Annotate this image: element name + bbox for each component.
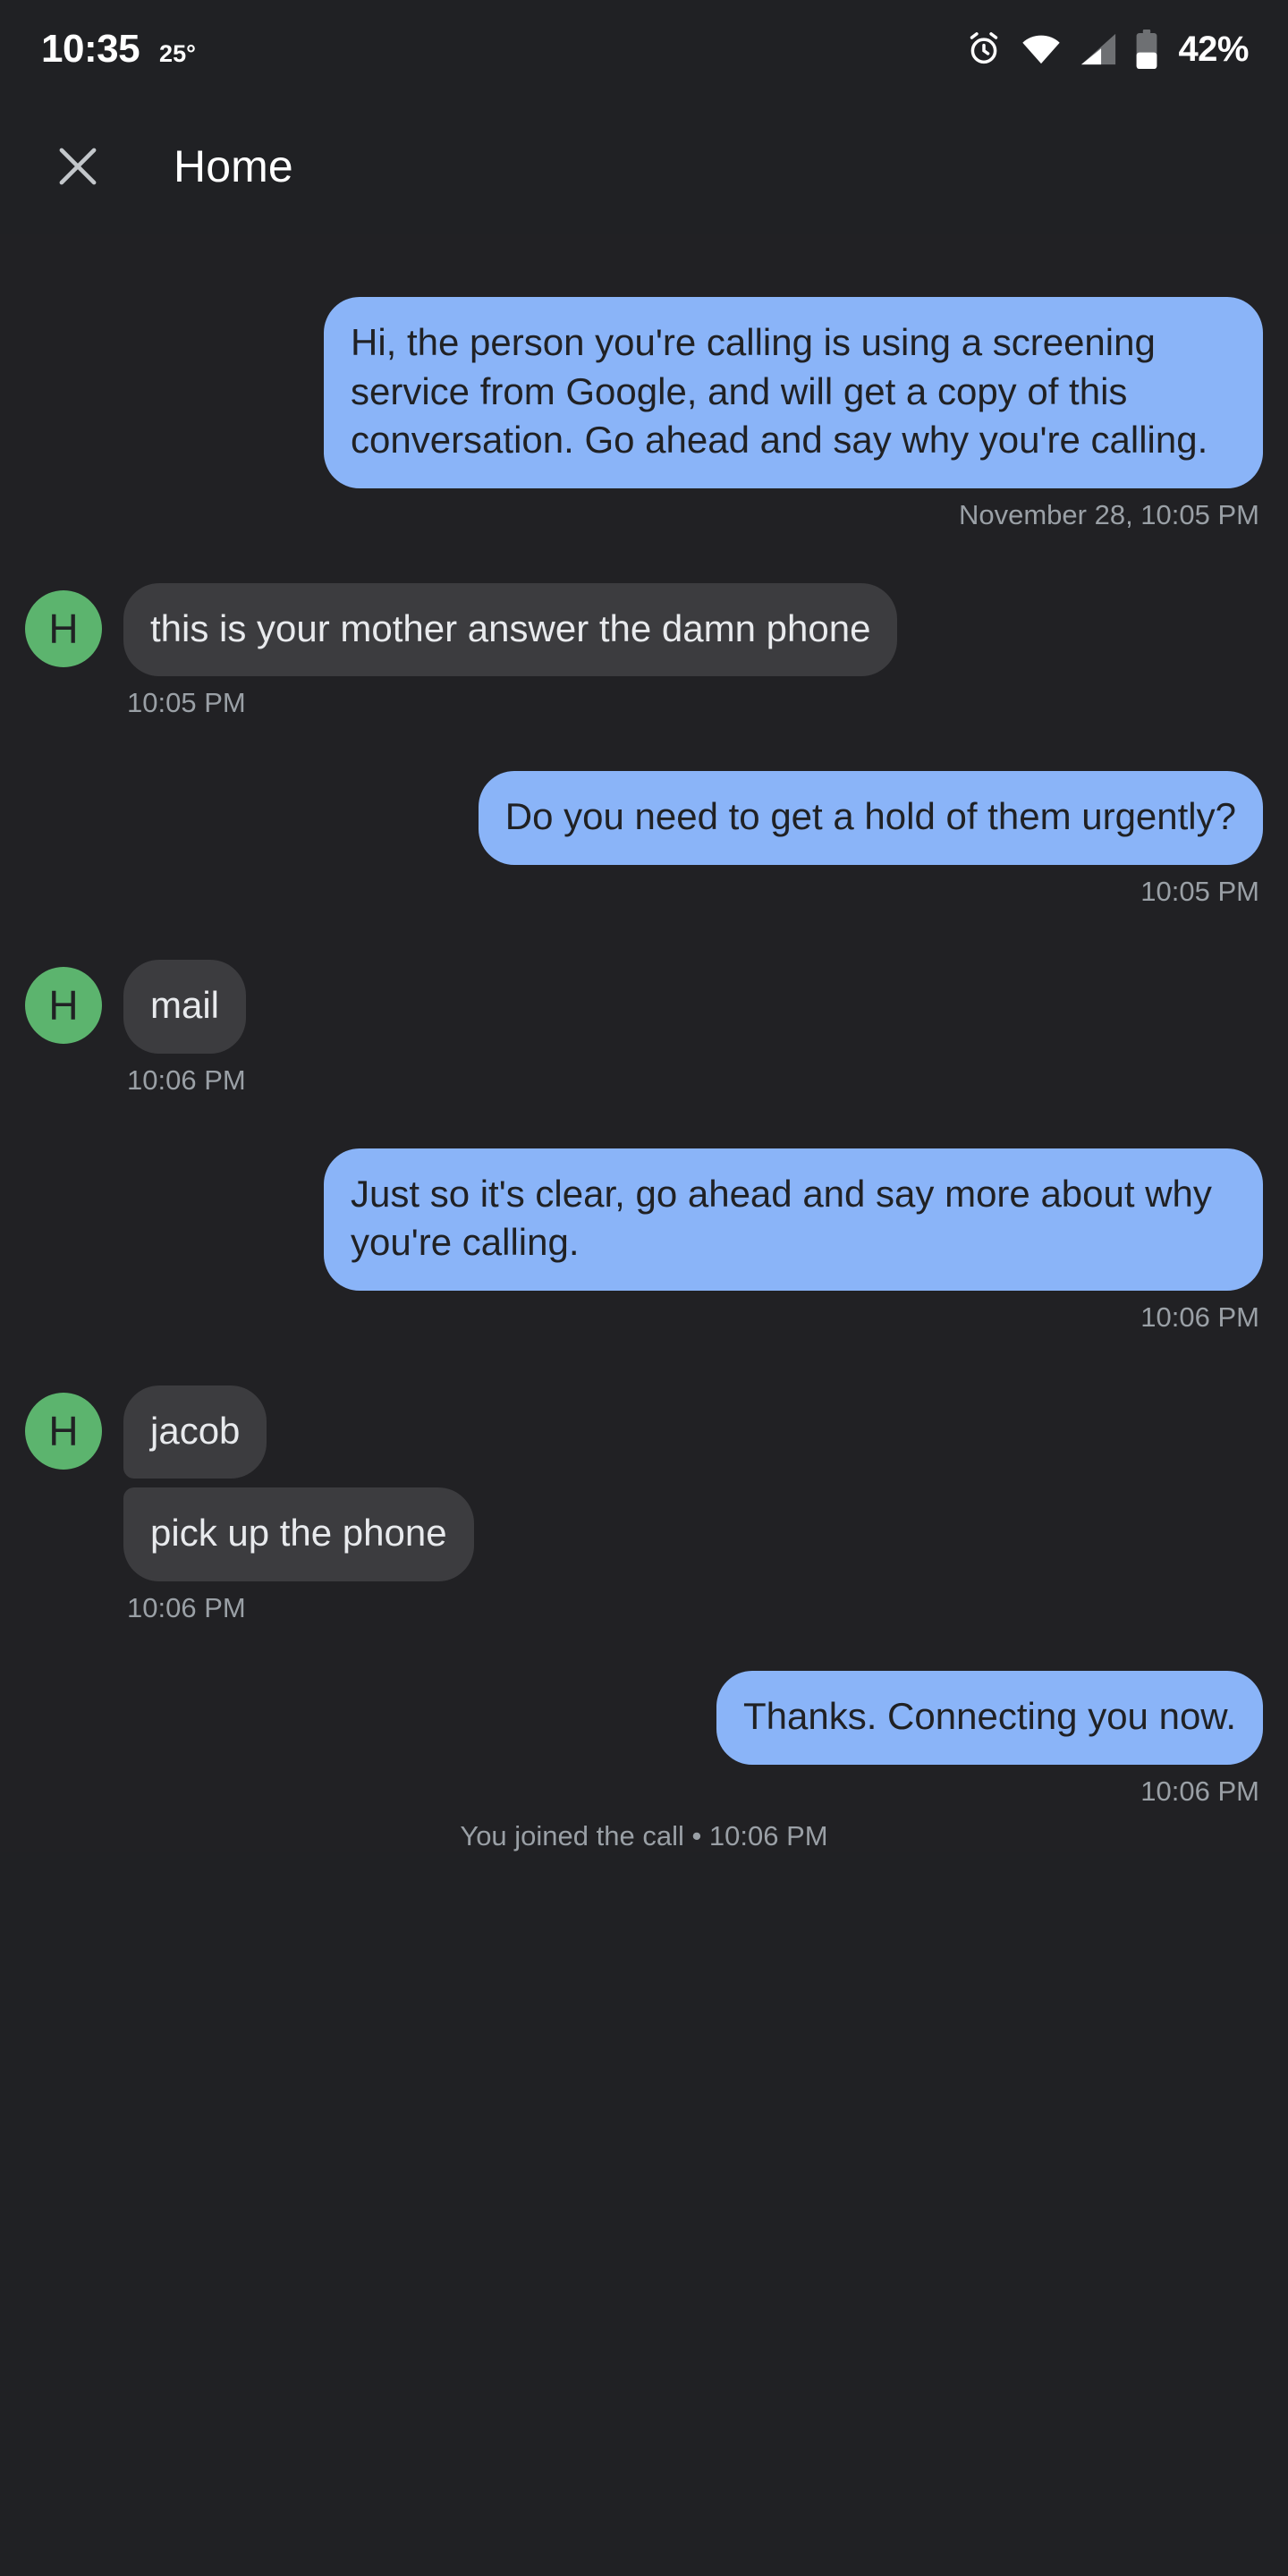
message-row-incoming: H mail 10:06 PM: [0, 959, 1288, 1097]
message-timestamp: November 28, 10:05 PM: [958, 498, 1259, 530]
message-row-outgoing: Do you need to get a hold of them urgent…: [0, 771, 1288, 908]
message-row-outgoing: Thanks. Connecting you now. 10:06 PM: [0, 1670, 1288, 1808]
message-row-incoming: H jacob pick up the phone 10:06 PM: [0, 1385, 1288, 1624]
avatar: H: [25, 966, 102, 1044]
cellular-signal-icon: [1080, 31, 1117, 67]
message-stack: mail 10:06 PM: [123, 959, 247, 1097]
close-icon: [52, 140, 104, 192]
battery-icon: [1135, 30, 1158, 69]
message-group: Do you need to get a hold of them urgent…: [478, 771, 1263, 908]
message-row-incoming: H this is your mother answer the damn ph…: [0, 582, 1288, 720]
status-temperature: 25°: [159, 40, 196, 67]
battery-percent-label: 42%: [1178, 29, 1249, 69]
conversation-list[interactable]: Hi, the person you're calling is using a…: [0, 234, 1288, 1852]
status-bar-left: 10:35 25°: [41, 27, 196, 72]
message-timestamp: 10:06 PM: [127, 1063, 246, 1096]
app-bar: Home: [0, 98, 1288, 234]
page-title: Home: [174, 141, 293, 191]
message-bubble[interactable]: pick up the phone: [123, 1487, 474, 1581]
message-timestamp: 10:05 PM: [127, 687, 246, 719]
message-group: H jacob pick up the phone 10:06 PM: [25, 1385, 474, 1624]
message-bubble[interactable]: Just so it's clear, go ahead and say mor…: [324, 1148, 1263, 1291]
message-bubble[interactable]: jacob: [123, 1385, 267, 1479]
avatar: H: [25, 1392, 102, 1470]
message-bubble[interactable]: Hi, the person you're calling is using a…: [324, 297, 1263, 488]
message-row-outgoing: Just so it's clear, go ahead and say mor…: [0, 1148, 1288, 1334]
status-bar: 10:35 25° 42%: [0, 0, 1288, 98]
alarm-icon: [965, 30, 1003, 68]
message-group: Hi, the person you're calling is using a…: [324, 297, 1263, 531]
wifi-icon: [1021, 31, 1062, 67]
close-button[interactable]: [43, 131, 113, 201]
avatar: H: [25, 589, 102, 667]
message-bubble[interactable]: this is your mother answer the damn phon…: [123, 582, 898, 677]
message-group: H this is your mother answer the damn ph…: [25, 582, 898, 720]
message-timestamp: 10:06 PM: [127, 1591, 246, 1623]
message-row-outgoing: Hi, the person you're calling is using a…: [0, 297, 1288, 531]
message-group: H mail 10:06 PM: [25, 959, 247, 1097]
message-stack: this is your mother answer the damn phon…: [123, 582, 898, 720]
message-bubble[interactable]: Thanks. Connecting you now.: [716, 1670, 1263, 1765]
status-clock: 10:35: [41, 27, 140, 71]
message-timestamp: 10:06 PM: [1140, 1775, 1259, 1807]
message-timestamp: 10:06 PM: [1140, 1301, 1259, 1333]
status-bar-right: 42%: [965, 30, 1249, 70]
message-timestamp: 10:05 PM: [1140, 875, 1259, 907]
message-group: Just so it's clear, go ahead and say mor…: [324, 1148, 1263, 1334]
message-stack: jacob pick up the phone 10:06 PM: [123, 1385, 474, 1624]
message-bubble[interactable]: mail: [123, 959, 247, 1054]
system-note: You joined the call • 10:06 PM: [460, 1819, 828, 1852]
message-group: Thanks. Connecting you now. 10:06 PM: [716, 1670, 1263, 1808]
message-bubble[interactable]: Do you need to get a hold of them urgent…: [478, 771, 1263, 865]
